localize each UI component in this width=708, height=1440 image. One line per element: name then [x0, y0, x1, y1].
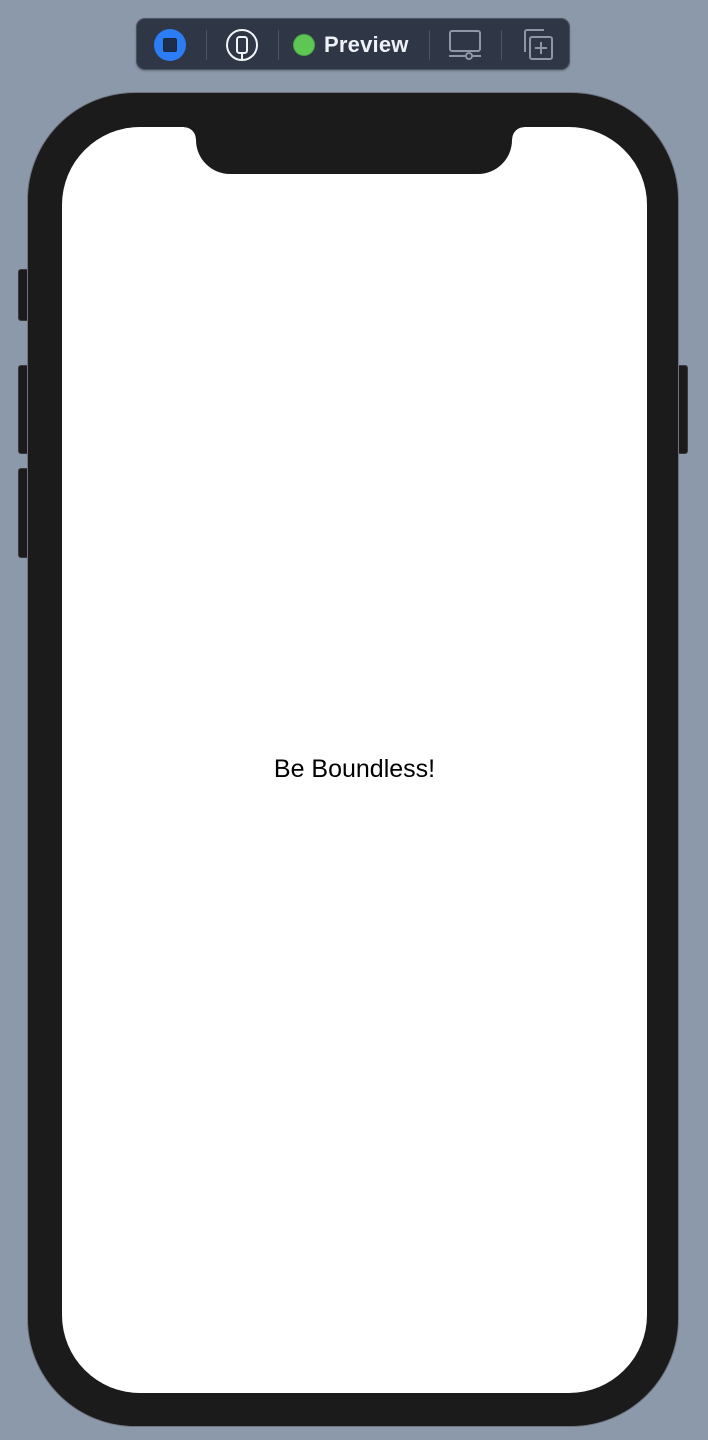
preview-label: Preview: [324, 32, 409, 57]
device-screen: Be Boundless!: [62, 127, 647, 1393]
toolbar-divider: [501, 30, 502, 60]
live-preview-button[interactable]: [153, 19, 187, 71]
preview-mode-button[interactable]: Preview: [293, 19, 413, 71]
stop-square-icon: [163, 38, 177, 52]
duplicate-preview-icon: [524, 29, 553, 60]
duplicate-preview-button[interactable]: [517, 19, 557, 71]
live-indicator: [154, 29, 186, 61]
preview-toolbar: Preview: [136, 18, 570, 70]
toolbar-divider: [278, 30, 279, 60]
notch: [184, 127, 524, 174]
status-dot-icon: [293, 34, 315, 56]
device-settings-icon: [449, 30, 481, 60]
toolbar-divider: [206, 30, 207, 60]
iphone-icon: [226, 29, 258, 61]
device-settings-button[interactable]: [445, 19, 485, 71]
canvas: Preview Be Boundless!: [0, 0, 708, 1440]
toolbar-divider: [429, 30, 430, 60]
iphone-device-frame: Be Boundless!: [27, 92, 679, 1427]
screen-text: Be Boundless!: [273, 755, 436, 783]
device-selector-button[interactable]: [225, 19, 259, 71]
power-button: [678, 365, 688, 454]
